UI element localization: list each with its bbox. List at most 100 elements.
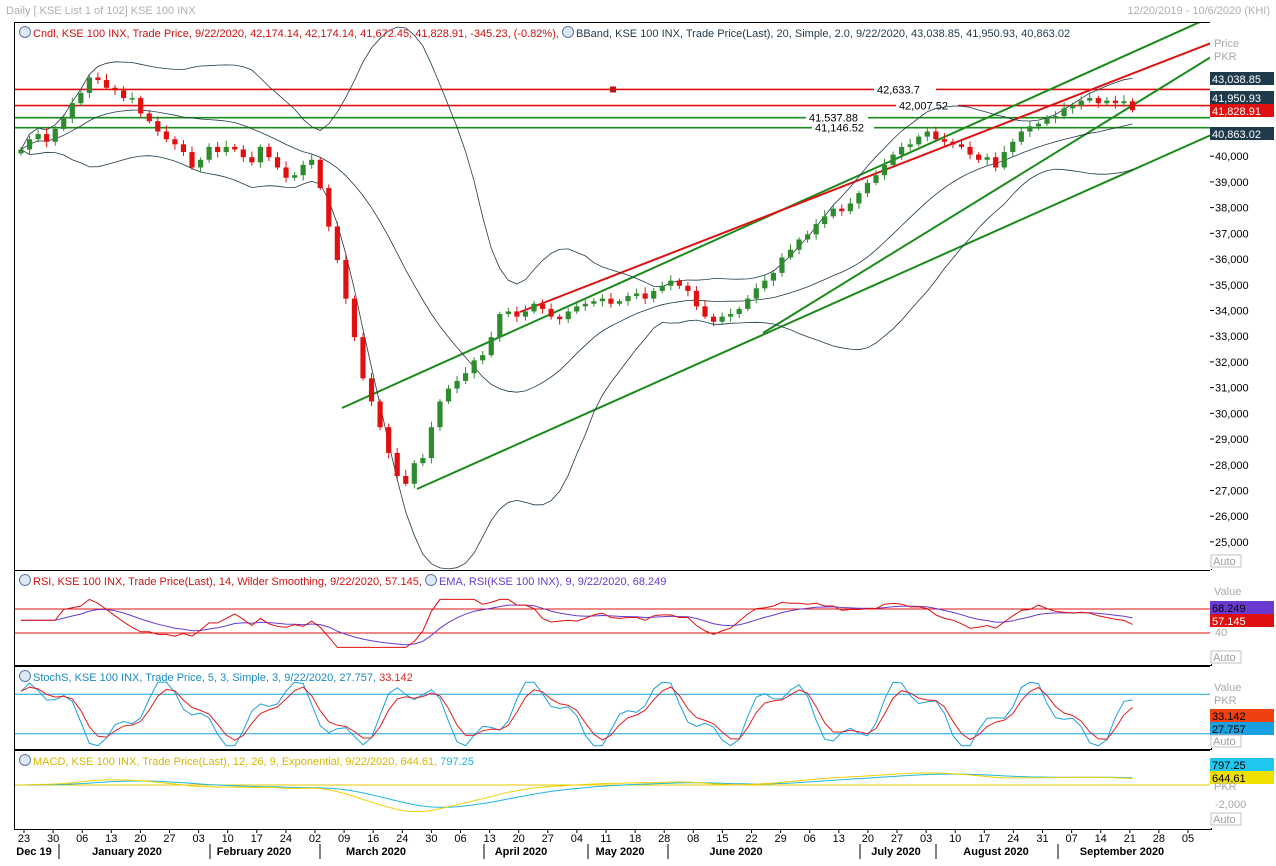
rsi-axis[interactable]: Value 40 68.249 57.145 Auto — [1210, 570, 1274, 664]
stoch-axis[interactable]: Value PKR 33.142 27.757 Auto — [1210, 666, 1274, 748]
stoch-d-line — [20, 686, 1133, 741]
candle — [129, 98, 135, 100]
candle — [941, 139, 947, 142]
stoch-panel[interactable]: StochS, KSE 100 INX, Trade Price, 5, 3, … — [14, 666, 1212, 750]
trend-line — [341, 16, 1212, 409]
x-tick-label: 22 — [745, 833, 757, 845]
auto-label: Auto — [1213, 736, 1236, 748]
tick-label: -2,000 — [1215, 799, 1246, 811]
x-tick-label: 17 — [251, 833, 263, 845]
rsi-tag: 57.145 — [1212, 616, 1246, 628]
x-tick-label: 13 — [483, 833, 495, 845]
candle — [1001, 152, 1007, 168]
x-tick-label: 13 — [105, 833, 117, 845]
tick-label: 38,000 — [1215, 203, 1249, 215]
candle — [582, 303, 588, 307]
candle — [206, 146, 212, 160]
trend-line — [416, 134, 1212, 490]
candle — [112, 87, 118, 91]
candle — [300, 164, 306, 176]
x-tick-label: 27 — [542, 833, 554, 845]
candle — [702, 306, 708, 317]
macd-axis[interactable]: 797.25 644.61 PKR -2,000 Auto — [1210, 750, 1274, 828]
candle — [728, 314, 734, 317]
macd-tag: 797.25 — [1212, 760, 1246, 772]
rsi-panel[interactable]: RSI, KSE 100 INX, Trade Price(Last), 14,… — [14, 570, 1212, 666]
candle — [163, 131, 169, 140]
candle — [984, 157, 990, 160]
gear-icon[interactable] — [19, 574, 31, 586]
candle — [950, 141, 956, 145]
candle — [232, 146, 238, 150]
x-tick-label: 23 — [18, 833, 30, 845]
candle — [274, 157, 281, 168]
gear-icon[interactable] — [424, 574, 437, 586]
axis-title: Price — [1214, 38, 1239, 50]
auto-label: Auto — [1213, 652, 1236, 664]
x-axis[interactable]: 23 30 06 13 20 27 03 10 17 24 02 09 16 24 30 06 13 20 27 04… — [14, 829, 1210, 863]
candle — [1078, 100, 1084, 106]
gear-icon[interactable] — [19, 26, 31, 38]
candle — [309, 159, 315, 165]
price-legend: Cndl, KSE 100 INX, Trade Price, 9/22/202… — [19, 26, 1070, 40]
candle — [1104, 100, 1110, 104]
candle — [78, 92, 84, 104]
candle — [180, 144, 187, 153]
ema-legend-text: EMA, RSI(KSE 100 INX), 9, 9/22/2020, 68.… — [438, 576, 667, 588]
x-tick-label: 24 — [396, 833, 408, 845]
trend-line — [762, 56, 1212, 334]
candle — [215, 146, 221, 153]
signal-line — [20, 773, 1133, 808]
x-tick-label: 10 — [222, 833, 234, 845]
gear-icon[interactable] — [19, 754, 31, 766]
x-tick-label: 09 — [338, 833, 350, 845]
x-tick-label: 06 — [454, 833, 466, 845]
candle — [787, 249, 794, 258]
candle — [839, 208, 845, 212]
gear-icon[interactable] — [19, 670, 31, 682]
candle — [138, 98, 144, 114]
candle — [1010, 141, 1016, 153]
candle — [1035, 123, 1042, 127]
stoch-axis-svg: ValuePKR 33.14227.757Auto — [1210, 682, 1274, 748]
month-label: Dec 19 — [16, 846, 51, 858]
candle — [907, 144, 913, 147]
rsi-line — [21, 598, 1133, 648]
price-panel[interactable]: 42,633.7 42,007.52 41,537.88 41,146.52 Cndl… — [14, 16, 1212, 571]
candle — [197, 159, 204, 168]
candle — [1112, 100, 1118, 104]
month-label: March 2020 — [346, 846, 406, 858]
candle — [933, 131, 939, 140]
x-tick-label: 28 — [1153, 833, 1165, 845]
x-tick-label: 27 — [891, 833, 903, 845]
month-label: September 2020 — [1080, 846, 1164, 858]
x-tick-label: 04 — [571, 833, 583, 845]
candle — [52, 128, 58, 142]
bband-lower — [20, 149, 1133, 570]
candle — [35, 134, 41, 140]
candle — [1095, 98, 1101, 104]
candle — [830, 208, 836, 217]
macd-panel[interactable]: MACD, KSE 100 INX, Trade Price(Last), 12… — [14, 750, 1212, 830]
candle — [86, 77, 92, 93]
gear-icon[interactable] — [561, 26, 574, 38]
price-axis[interactable]: Price PKR 40,000 39,000 38,000 37,000 36,000 35… — [1210, 22, 1274, 569]
month-label: August 2020 — [963, 846, 1028, 858]
rsi-legend-text: RSI, KSE 100 INX, Trade Price(Last), 14,… — [33, 576, 422, 588]
tick-label: 40,000 — [1215, 151, 1249, 163]
candle — [762, 280, 768, 289]
rsi-axis-svg: Value 40 68.24957.145 Auto — [1210, 586, 1274, 664]
month-label: February 2020 — [217, 846, 292, 858]
ema-line — [21, 604, 1133, 646]
candle — [1129, 101, 1136, 111]
candle — [676, 280, 682, 286]
candle — [403, 476, 409, 484]
candle — [805, 234, 811, 240]
candle — [608, 298, 614, 304]
candle — [1087, 98, 1093, 101]
candle — [61, 118, 67, 129]
candle — [326, 188, 332, 227]
candle — [514, 311, 520, 317]
candle — [642, 293, 648, 299]
trend-line — [519, 42, 1212, 313]
